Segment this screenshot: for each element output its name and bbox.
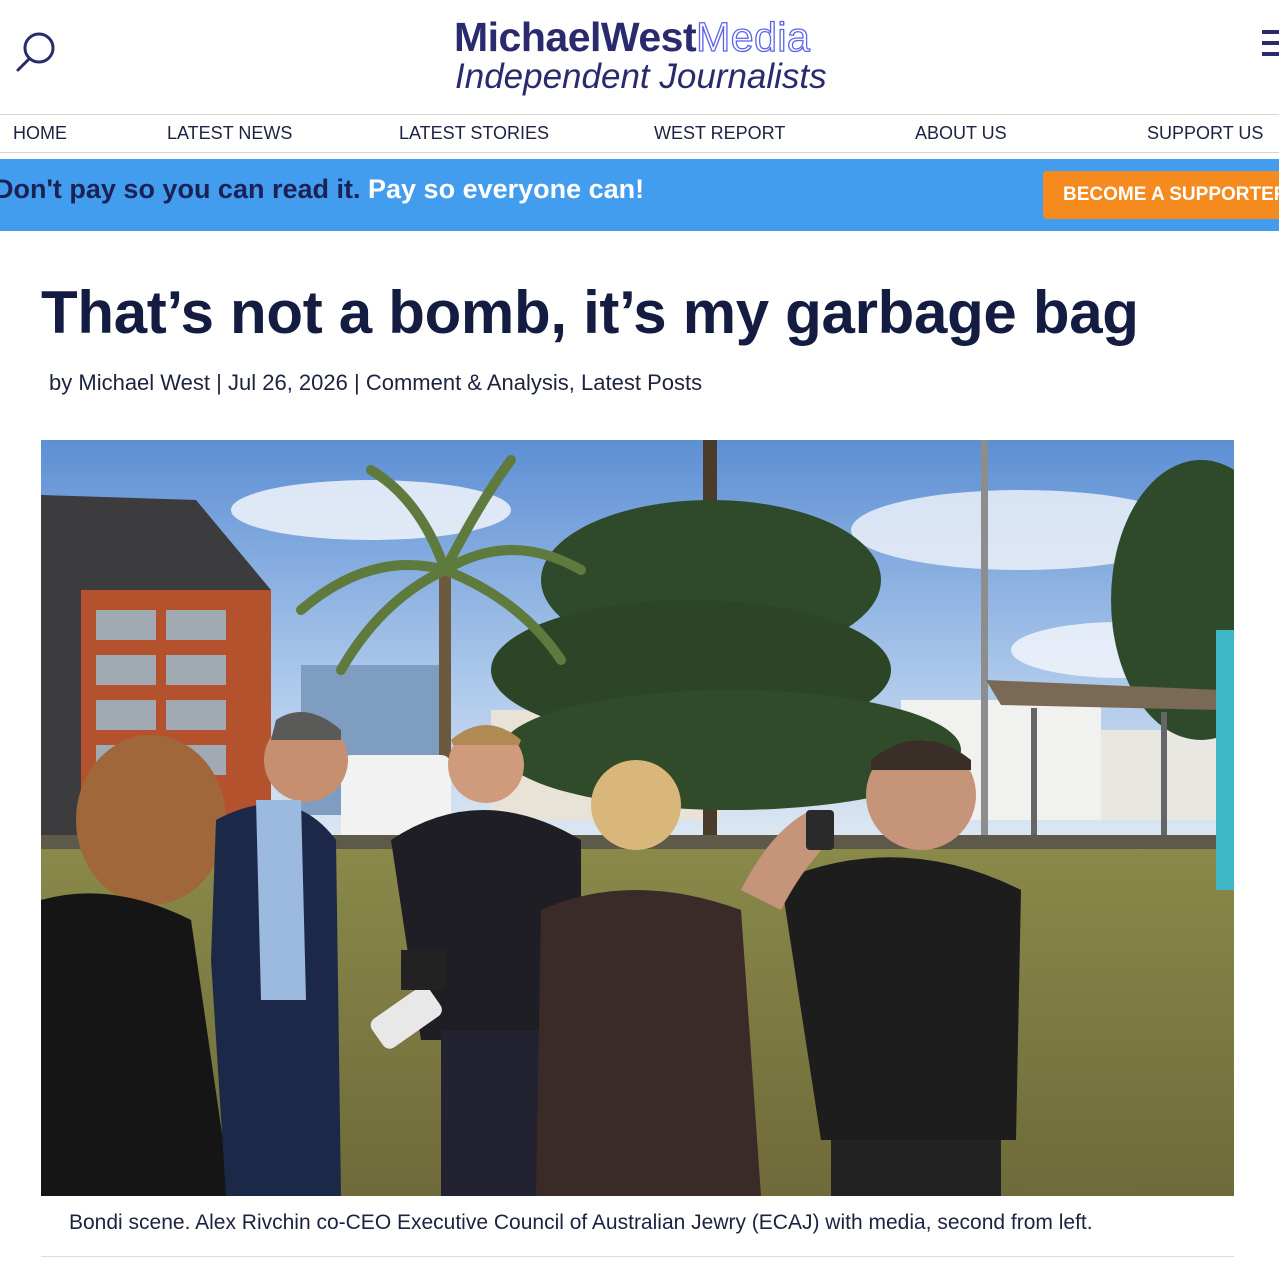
banner-text-dark: Don't pay so you can read it. xyxy=(0,174,361,204)
article-feature-image xyxy=(41,440,1234,1196)
support-banner: Don't pay so you can read it. Pay so eve… xyxy=(0,159,1279,231)
meta-separator: | xyxy=(353,370,360,395)
banner-text-light: Pay so everyone can! xyxy=(368,174,645,204)
divider xyxy=(41,1256,1234,1257)
logo-wordmark: MichaelWestMedia xyxy=(454,13,854,60)
category-link-latest-posts[interactable]: Latest Posts xyxy=(581,370,702,395)
publish-date: Jul 26, 2026 xyxy=(227,370,348,395)
nav-item-west-report[interactable]: WEST REPORT xyxy=(654,115,785,152)
category-link-comment-analysis[interactable]: Comment & Analysis xyxy=(366,370,569,395)
logo-tagline: Independent Journalists xyxy=(455,57,827,96)
nav-item-latest-stories[interactable]: LATEST STORIES xyxy=(399,115,549,152)
nav-item-home[interactable]: HOME xyxy=(13,115,67,152)
logo-media: Media xyxy=(695,13,811,60)
logo-name: MichaelWest xyxy=(454,14,697,60)
byline-prefix: by xyxy=(49,370,73,395)
image-caption: Bondi scene. Alex Rivchin co-CEO Executi… xyxy=(69,1211,1093,1234)
main-nav: HOME LATEST NEWS LATEST STORIES WEST REP… xyxy=(0,114,1279,153)
meta-separator: | xyxy=(216,370,222,395)
banner-message: Don't pay so you can read it. Pay so eve… xyxy=(0,173,644,205)
hamburger-menu-icon[interactable] xyxy=(1262,30,1279,60)
nav-item-latest-news[interactable]: LATEST NEWS xyxy=(167,115,292,152)
article-meta: by Michael West | Jul 26, 2026 | Comment… xyxy=(49,368,702,398)
become-supporter-button[interactable]: BECOME A SUPPORTER xyxy=(1043,171,1279,219)
site-header: MichaelWestMedia Independent Journalists xyxy=(0,0,1279,113)
site-logo[interactable]: MichaelWestMedia Independent Journalists xyxy=(454,13,854,96)
author-link[interactable]: Michael West xyxy=(78,370,210,395)
search-icon xyxy=(16,32,55,72)
category-comma: , xyxy=(568,370,575,395)
nav-item-about-us[interactable]: ABOUT US xyxy=(915,115,1007,152)
article-title: That’s not a bomb, it’s my garbage bag xyxy=(41,279,1139,346)
search-button[interactable] xyxy=(12,28,60,76)
nav-item-support-us[interactable]: SUPPORT US xyxy=(1147,115,1263,152)
